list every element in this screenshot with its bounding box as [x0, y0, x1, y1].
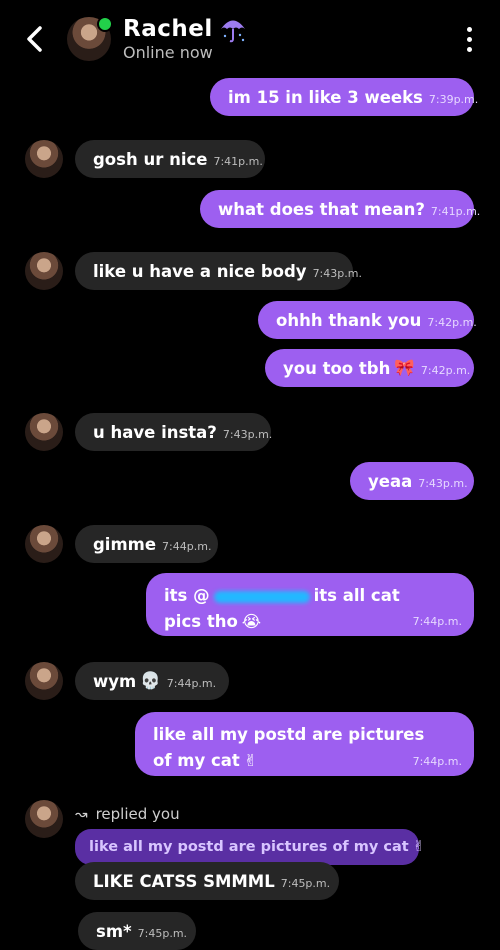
more-vertical-icon — [467, 27, 472, 32]
message-text: what does that mean? — [218, 199, 425, 219]
message-text: ohhh thank you — [276, 310, 422, 330]
message-bubble-sent[interactable]: like all my postd are pictures of my cat… — [135, 712, 474, 776]
message-time: 7:39p.m. — [428, 93, 479, 106]
message-bubble-received[interactable]: like u have a nice body 7:43p.m. — [75, 252, 362, 290]
reply-arrow-icon: ↝ — [75, 805, 88, 823]
message-time: 7:44p.m. — [412, 615, 462, 628]
contact-name[interactable]: Rachel — [123, 16, 213, 42]
redaction-scribble — [213, 590, 310, 603]
quoted-message[interactable]: like all my postd are pictures of my cat… — [75, 829, 425, 865]
message-text: of my cat ✌ — [153, 748, 456, 774]
online-indicator — [97, 16, 113, 32]
message-bubble-received[interactable]: u have insta? 7:43p.m. — [75, 413, 273, 451]
message-time: 7:43p.m. — [222, 428, 273, 441]
message-time: 7:44p.m. — [166, 677, 217, 690]
message-bubble-received[interactable]: LIKE CATSS SMMML 7:45p.m. — [75, 862, 339, 900]
avatar[interactable] — [25, 800, 63, 838]
message-bubble-sent[interactable]: yeaa 7:43p.m. — [350, 462, 474, 500]
message-text: gimme — [93, 534, 157, 554]
message-time: 7:42p.m. — [427, 316, 477, 329]
message-bubble-received[interactable]: gosh ur nice 7:41p.m. — [75, 140, 265, 178]
message-time: 7:45p.m. — [280, 877, 331, 890]
avatar[interactable] — [25, 662, 63, 700]
avatar[interactable] — [25, 525, 63, 563]
umbrella-icon — [221, 20, 245, 43]
message-bubble-sent[interactable]: its @ its all cat pics tho 😭 7:44p.m. — [146, 573, 474, 636]
victory-hand-emoji: ✌ — [243, 751, 258, 770]
message-bubble-received[interactable]: wym 💀 7:44p.m. — [75, 662, 229, 700]
message-text: gosh ur nice — [93, 149, 208, 169]
ribbon-emoji: 🎀 — [394, 358, 415, 377]
message-bubble-sent[interactable]: ohhh thank you 7:42p.m. — [258, 301, 477, 339]
avatar[interactable] — [25, 140, 63, 178]
message-text: wym — [93, 671, 137, 691]
message-time: 7:43p.m. — [312, 267, 362, 280]
avatar[interactable] — [25, 413, 63, 451]
chevron-left-icon — [27, 26, 42, 52]
victory-hand-emoji: ✌ — [412, 839, 425, 855]
reply-label: ↝ replied you — [75, 805, 180, 823]
message-bubble-sent[interactable]: im 15 in like 3 weeks 7:39p.m. — [210, 78, 478, 116]
crying-emoji: 😭 — [241, 612, 262, 631]
message-text: sm* — [96, 921, 132, 941]
message-bubble-sent[interactable]: you too tbh 🎀 7:42p.m. — [265, 349, 474, 387]
avatar[interactable] — [25, 252, 63, 290]
message-text: im 15 in like 3 weeks — [228, 87, 423, 107]
message-time: 7:44p.m. — [162, 540, 212, 553]
message-text: its @ its all cat — [164, 586, 400, 605]
message-text: yeaa — [368, 471, 413, 491]
message-bubble-received[interactable]: gimme 7:44p.m. — [75, 525, 218, 563]
more-options-button[interactable] — [460, 26, 480, 54]
message-time: 7:44p.m. — [412, 755, 462, 768]
message-bubble-received[interactable]: sm* 7:45p.m. — [78, 912, 196, 950]
message-time: 7:41p.m. — [213, 155, 263, 168]
contact-status: Online now — [123, 43, 213, 62]
message-text: you too tbh — [283, 358, 391, 378]
message-time: 7:45p.m. — [137, 927, 188, 940]
back-button[interactable] — [22, 24, 48, 54]
message-text: like all my postd are pictures — [153, 725, 425, 744]
message-text: u have insta? — [93, 422, 217, 442]
message-bubble-sent[interactable]: what does that mean? 7:41p.m. — [200, 190, 480, 228]
message-time: 7:41p.m. — [430, 205, 481, 218]
skull-emoji: 💀 — [140, 671, 161, 690]
message-text: like u have a nice body — [93, 261, 307, 281]
chat-header: Rachel Online now — [0, 0, 500, 80]
message-text: LIKE CATSS SMMML — [93, 871, 275, 891]
message-time: 7:42p.m. — [420, 364, 471, 377]
message-time: 7:43p.m. — [418, 477, 468, 490]
